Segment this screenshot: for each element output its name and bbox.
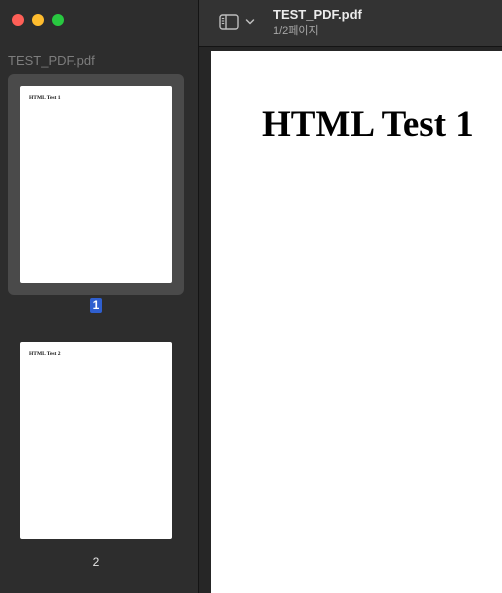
thumbnail-page-number: 2 (92, 555, 100, 569)
toolbar: TEST_PDF.pdf 1/2페이지 (199, 0, 502, 47)
thumbnail-page-text: HTML Test 2 (29, 351, 61, 357)
page-indicator: 1/2페이지 (273, 25, 319, 37)
maximize-window-button[interactable] (52, 14, 64, 26)
sidebar-icon (219, 14, 239, 30)
thumbnail-sidebar: TEST_PDF.pdf HTML Test 1 1 HTML Test 2 2 (0, 0, 199, 593)
chevron-down-icon[interactable] (245, 18, 255, 26)
document-view[interactable]: HTML Test 1 (199, 47, 502, 593)
thumbnail-page-text: HTML Test 1 (29, 95, 61, 101)
window-controls (12, 14, 64, 26)
pdf-page[interactable]: HTML Test 1 (211, 51, 502, 593)
minimize-window-button[interactable] (32, 14, 44, 26)
preview-window: TEST_PDF.pdf HTML Test 1 1 HTML Test 2 2 (0, 0, 502, 593)
sidebar-document-title: TEST_PDF.pdf (8, 53, 95, 68)
thumbnail-page-number: 1 (90, 298, 102, 313)
sidebar-toggle-button[interactable] (219, 11, 261, 33)
page-heading: HTML Test 1 (262, 104, 474, 145)
thumbnail-page-preview[interactable]: HTML Test 2 (20, 342, 172, 539)
thumbnail-page-preview[interactable]: HTML Test 1 (20, 86, 172, 283)
document-title: TEST_PDF.pdf (273, 7, 362, 22)
close-window-button[interactable] (12, 14, 24, 26)
